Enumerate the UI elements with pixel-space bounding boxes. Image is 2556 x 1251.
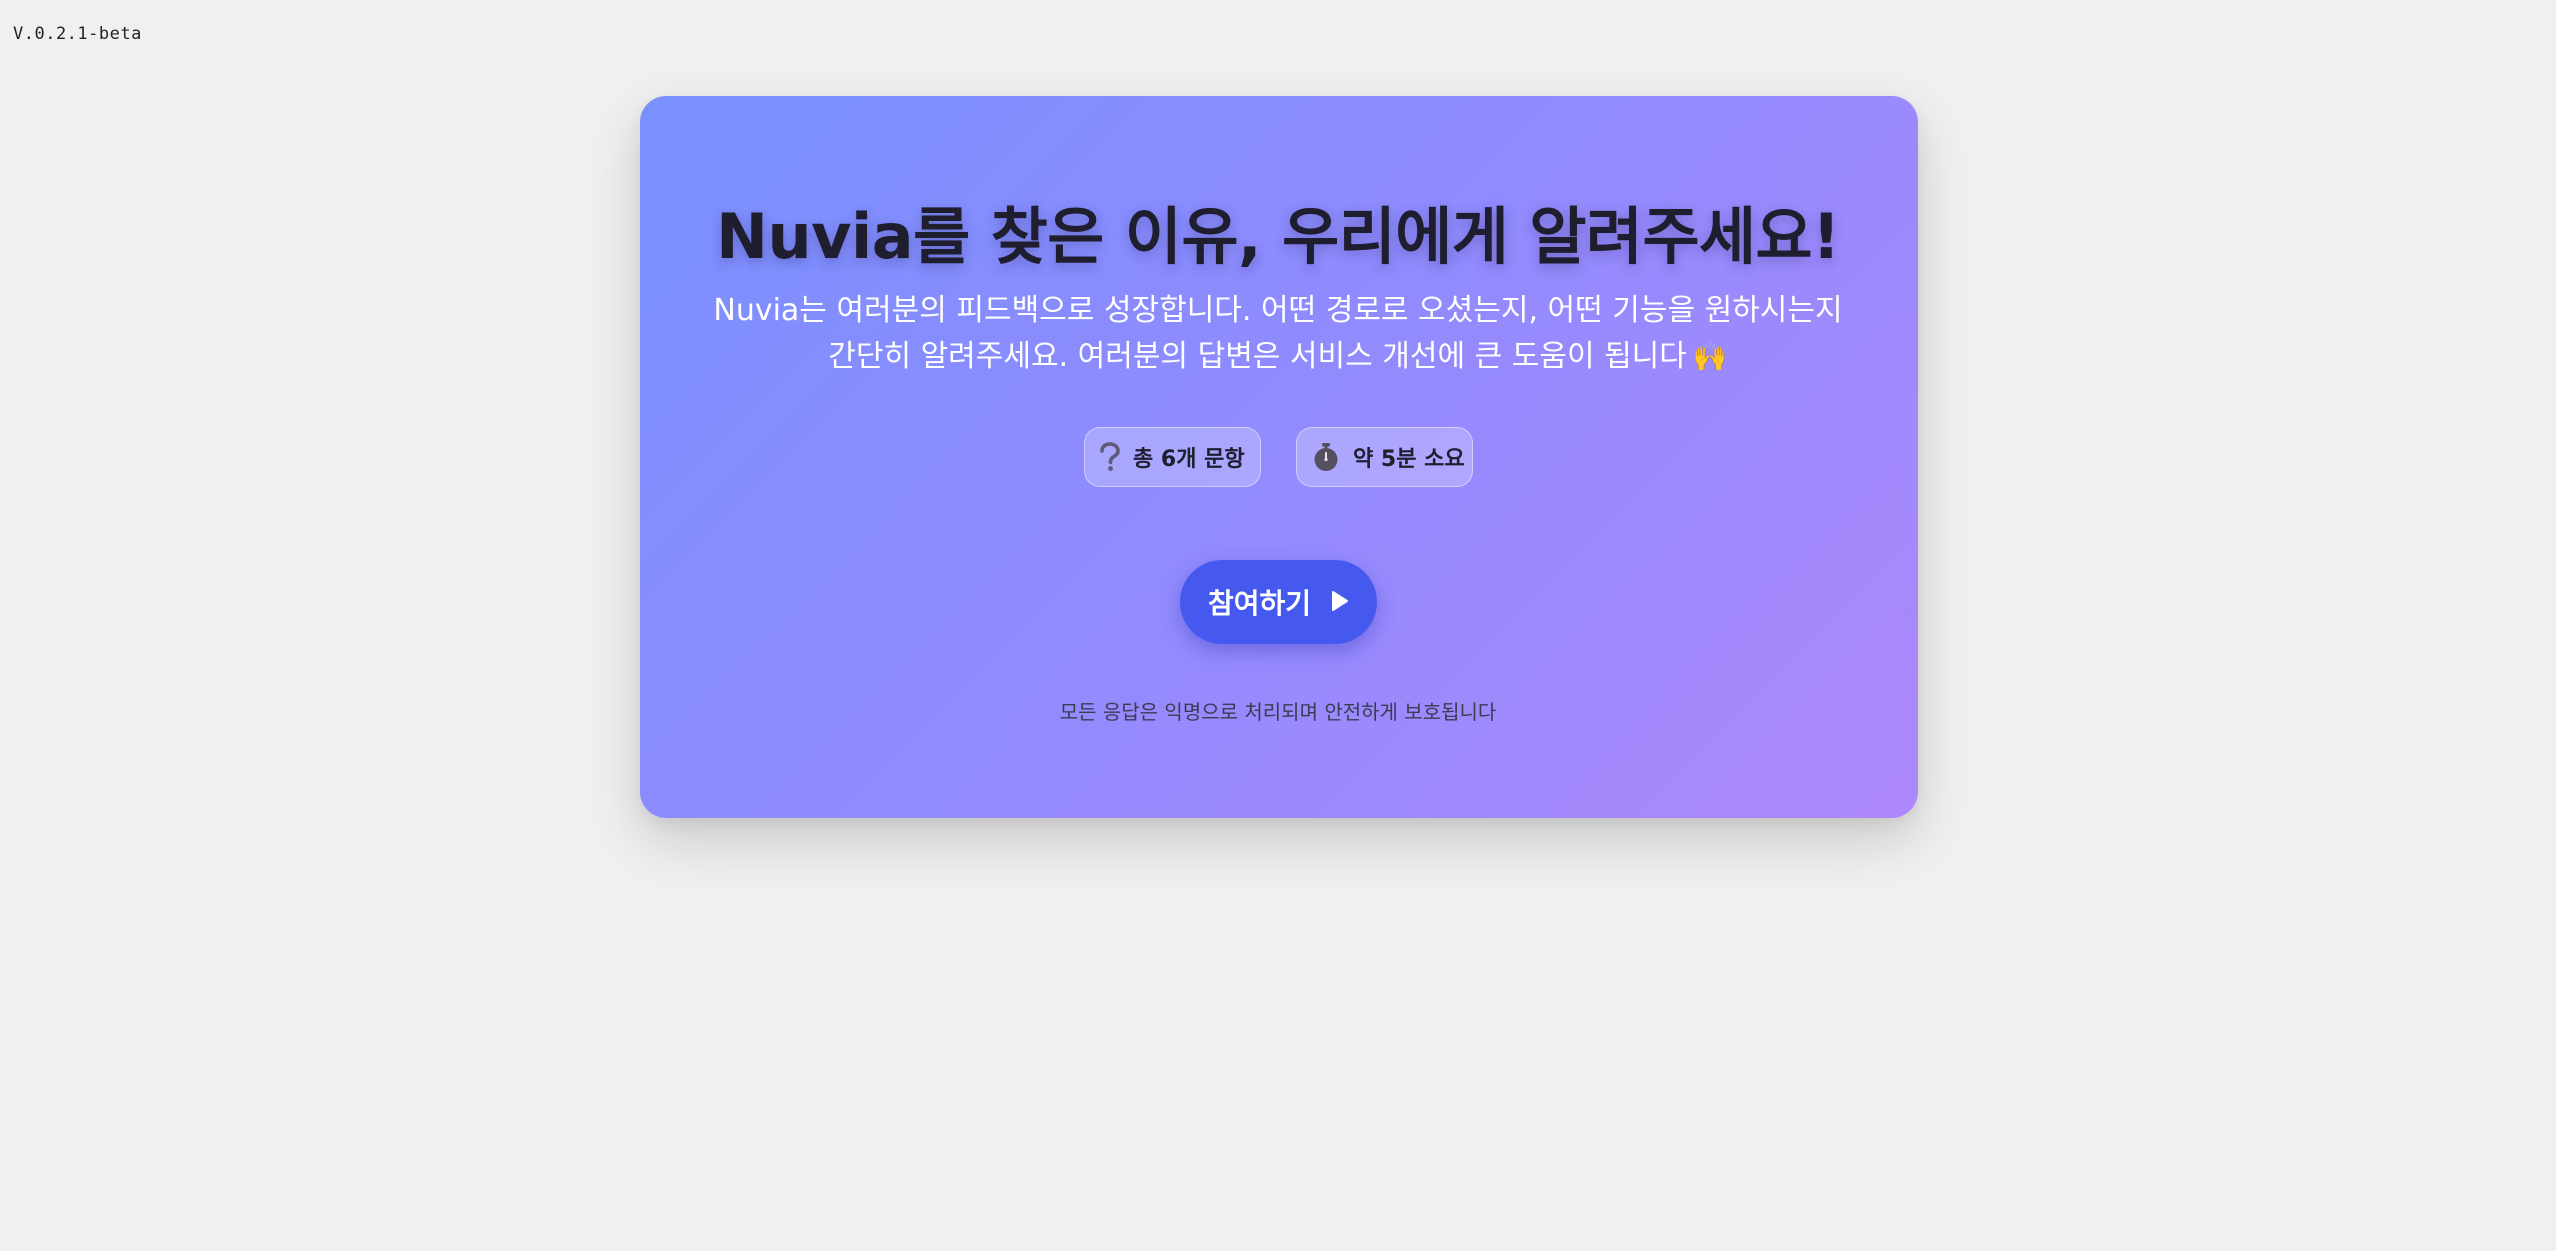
play-icon	[1331, 590, 1349, 615]
duration-chip: 약 5분 소요	[1296, 427, 1473, 487]
subtitle-line-1: Nuvia는 여러분의 피드백으로 성장합니다. 어떤 경로로 오셨는지, 어떤…	[713, 293, 1843, 328]
participate-button-label: 참여하기	[1207, 588, 1312, 619]
duration-label: 약 5분 소요	[1353, 447, 1465, 472]
stopwatch-icon	[1311, 442, 1341, 472]
question-count-chip: 총 6개 문항	[1084, 427, 1261, 487]
page-title: Nuvia를 찾은 이유, 우리에게 알려주세요!	[716, 200, 1840, 273]
question-mark-icon	[1099, 442, 1121, 472]
page-subtitle: Nuvia는 여러분의 피드백으로 성장합니다. 어떤 경로로 오셨는지, 어떤…	[0, 288, 2556, 380]
subtitle-line-2: 간단히 알려주세요. 여러분의 답변은 서비스 개선에 큰 도움이 됩니다 🙌	[0, 334, 2556, 380]
version-label: V.0.2.1-beta	[13, 24, 142, 44]
subtitle-line-2-text: 간단히 알려주세요. 여러분의 답변은 서비스 개선에 큰 도움이 됩니다	[828, 339, 1687, 374]
anonymity-note: 모든 응답은 익명으로 처리되며 안전하게 보호됩니다	[1059, 700, 1497, 724]
raising-hands-icon: 🙌	[1692, 340, 1728, 373]
participate-button[interactable]: 참여하기	[1180, 560, 1377, 644]
question-count-label: 총 6개 문항	[1133, 447, 1245, 472]
